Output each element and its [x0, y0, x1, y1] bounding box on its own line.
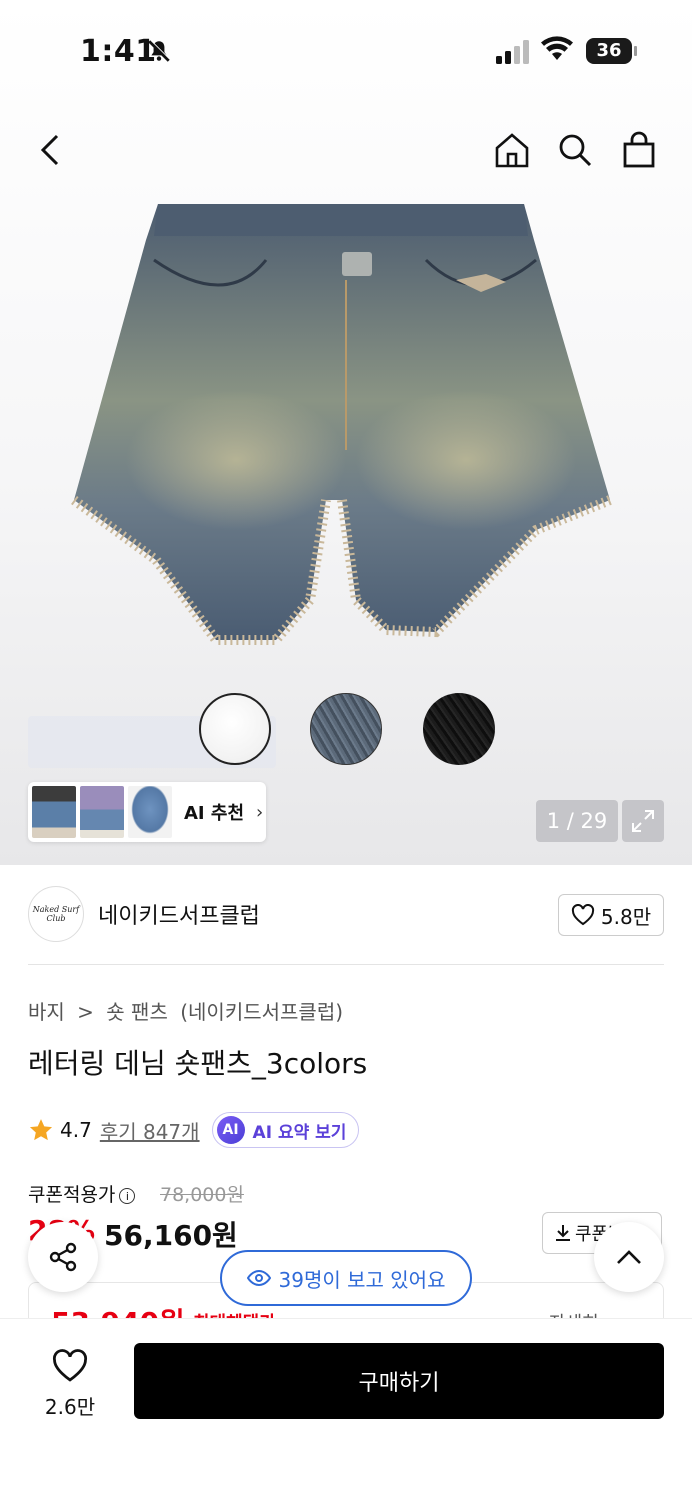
- home-button[interactable]: [488, 126, 536, 174]
- buy-button[interactable]: 구매하기: [134, 1343, 664, 1419]
- shopping-bag-icon: [623, 131, 655, 168]
- ai-badge-icon: AI: [216, 1116, 245, 1144]
- eye-icon: [246, 1269, 271, 1287]
- expand-icon: [632, 810, 654, 832]
- chevron-right-icon: ›: [256, 801, 264, 823]
- brand-logo-text: Naked Surf Club: [32, 905, 80, 923]
- heart-icon: [52, 1349, 88, 1382]
- color-swatch-blue-denim[interactable]: [310, 693, 382, 765]
- brand-logo[interactable]: Naked Surf Club: [28, 886, 84, 942]
- brand-favorite-button[interactable]: 5.8만: [558, 894, 664, 936]
- ai-recommendation-button[interactable]: AI 추천 ›: [28, 782, 266, 842]
- color-swatch-black[interactable]: [423, 693, 495, 765]
- download-icon: [556, 1225, 570, 1241]
- breadcrumb-category[interactable]: 바지: [28, 1000, 65, 1024]
- breadcrumb-brand[interactable]: (네이키드서프클럽): [180, 1000, 343, 1024]
- viewers-badge: 39명이 보고 있어요: [220, 1250, 472, 1306]
- bottom-action-bar: 2.6만 구매하기: [0, 1318, 692, 1500]
- ai-summary-label: AI 요약 보기: [252, 1122, 347, 1143]
- coupon-price-label: 쿠폰적용가 i: [28, 1180, 136, 1207]
- search-button[interactable]: [551, 126, 599, 174]
- image-counter: 1 / 29: [536, 800, 618, 842]
- coupon-price-label-text: 쿠폰적용가: [28, 1184, 116, 1206]
- reco-thumbnail: [80, 786, 124, 838]
- breadcrumb: 바지 > 숏 팬츠 (네이키드서프클럽): [28, 996, 349, 1025]
- rating-row: 4.7 후기 847개 AI AI 요약 보기: [28, 1112, 360, 1148]
- product-image-denim-shorts[interactable]: [66, 200, 632, 670]
- ai-reco-label: AI 추천: [184, 803, 245, 824]
- breadcrumb-separator: >: [77, 1000, 94, 1024]
- chevron-left-icon: [40, 134, 59, 166]
- rating-score: 4.7: [60, 1118, 92, 1142]
- brand-favorite-count: 5.8만: [600, 904, 652, 929]
- color-swatch-white[interactable]: [199, 693, 271, 765]
- info-icon[interactable]: i: [119, 1187, 136, 1204]
- status-bar: 1:41 36: [0, 0, 692, 100]
- cart-button[interactable]: [615, 126, 663, 174]
- scroll-top-button[interactable]: [594, 1222, 664, 1292]
- cellular-signal-icon: [496, 40, 532, 68]
- reco-thumbnail: [32, 786, 76, 838]
- search-icon: [559, 134, 592, 167]
- breadcrumb-subcategory[interactable]: 숏 팬츠: [106, 1000, 168, 1024]
- product-title: 레터링 데님 숏팬츠_3colors: [28, 1047, 368, 1080]
- sale-price: 56,160원: [104, 1219, 238, 1252]
- brand-name[interactable]: 네이키드서프클럽: [98, 898, 260, 930]
- like-count: 2.6만: [44, 1395, 96, 1419]
- divider: [28, 964, 664, 965]
- battery-tip: [634, 46, 637, 56]
- expand-button[interactable]: [622, 800, 664, 842]
- home-icon: [495, 133, 529, 168]
- viewers-text: 39명이 보고 있어요: [278, 1267, 446, 1292]
- heart-icon: [571, 904, 594, 926]
- review-count-link[interactable]: 후기 847개: [100, 1116, 200, 1145]
- share-button[interactable]: [28, 1222, 98, 1292]
- star-icon: [29, 1119, 53, 1141]
- product-gallery: 1:41 36 AI 추천 › 1 / 29: [0, 0, 692, 865]
- original-price: 78,000원: [160, 1184, 244, 1206]
- ai-summary-button[interactable]: AI AI 요약 보기: [211, 1112, 360, 1148]
- like-button[interactable]: 2.6만: [30, 1349, 110, 1420]
- bell-off-icon: [146, 38, 172, 68]
- share-icon: [49, 1242, 77, 1272]
- back-button[interactable]: [26, 126, 74, 174]
- reco-thumbnail: [128, 786, 172, 838]
- battery-indicator: 36: [586, 38, 632, 64]
- wifi-icon: [540, 36, 574, 66]
- chevron-up-icon: [617, 1250, 641, 1264]
